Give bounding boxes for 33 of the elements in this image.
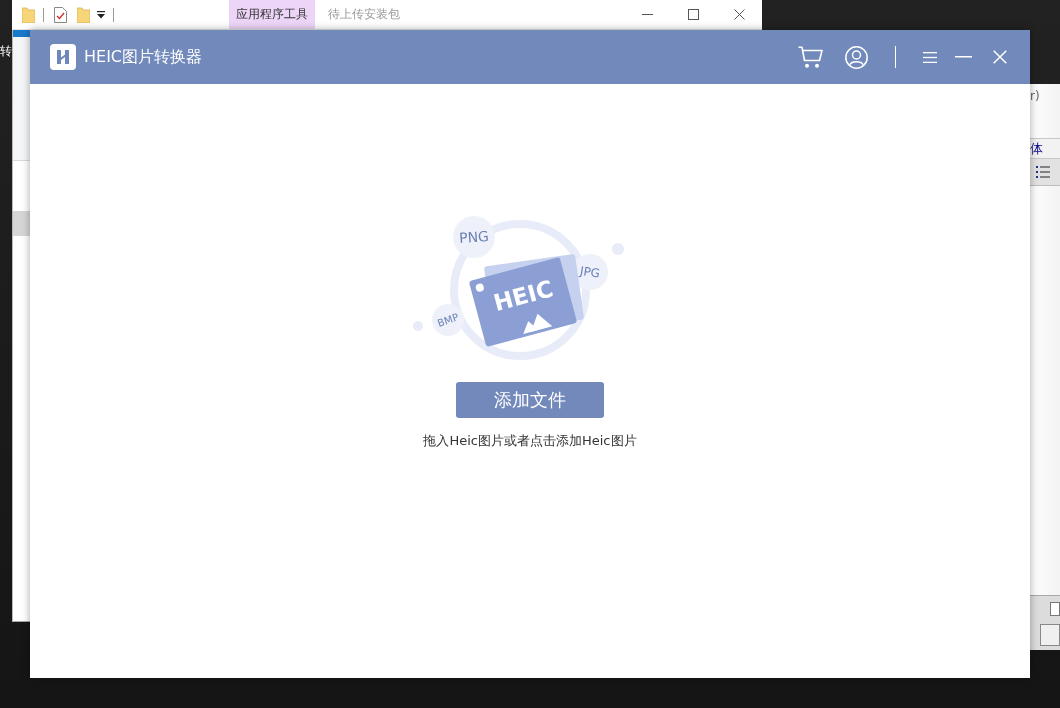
dialog-button[interactable] <box>1040 624 1060 646</box>
customize-caret-icon[interactable] <box>97 10 105 19</box>
window-title: 待上传安装包 <box>328 6 400 23</box>
account-button[interactable] <box>845 45 868 69</box>
font-field[interactable]: 体 <box>1028 138 1060 159</box>
cart-icon <box>798 45 823 69</box>
context-tab[interactable]: 应用程序工具 <box>229 0 315 29</box>
menu-icon <box>923 51 937 63</box>
format-bubble: BMP <box>432 304 464 336</box>
properties-icon[interactable] <box>54 6 67 23</box>
heic-label: HEIC <box>490 275 556 317</box>
close-icon <box>733 9 745 20</box>
drop-hint: 拖入Heic图片或者点击添加Heic图片 <box>423 432 637 450</box>
logo-icon <box>50 44 76 70</box>
close-button[interactable] <box>993 50 1007 64</box>
format-bubble: PNG <box>453 216 495 258</box>
close-icon <box>993 50 1007 64</box>
dot-icon <box>413 321 423 331</box>
desktop-icon-label[interactable]: 转 <box>0 44 12 58</box>
mountain-icon <box>523 313 553 334</box>
input-field[interactable] <box>1050 602 1060 616</box>
app-title: HEIC图片转换器 <box>84 46 203 68</box>
dot-icon <box>612 243 624 255</box>
dot-icon <box>475 283 484 292</box>
minimize-icon <box>955 56 972 58</box>
numbered-list-icon[interactable] <box>1036 165 1050 179</box>
minimize-button[interactable] <box>955 56 972 58</box>
menu-button[interactable] <box>923 51 937 63</box>
maximize-icon <box>687 9 699 20</box>
cart-button[interactable] <box>798 45 823 69</box>
minimize-icon <box>641 14 653 15</box>
user-icon <box>845 45 868 69</box>
menu-text[interactable]: r) <box>1030 89 1060 103</box>
